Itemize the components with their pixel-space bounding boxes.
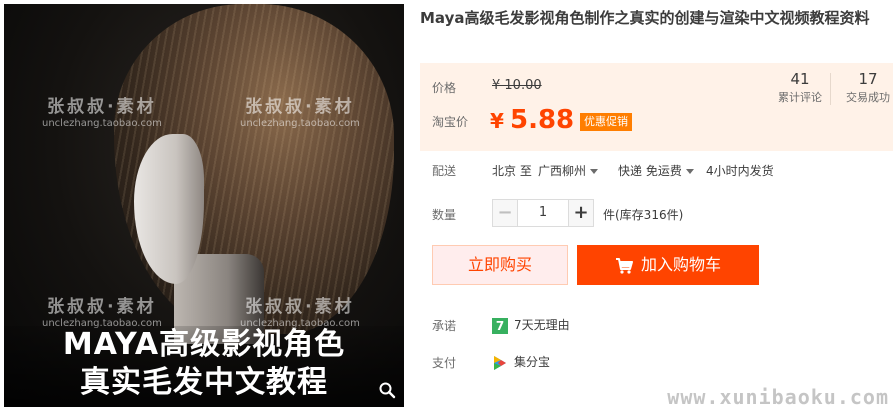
original-price: ¥ 10.00 [492, 78, 542, 93]
review-count: 41 [790, 70, 810, 88]
image-watermark: 张叔叔·素材 unclezhang.taobao.com [240, 97, 360, 129]
jifenbao-icon [494, 355, 506, 370]
magnifier-icon[interactable] [378, 381, 396, 399]
delivery-destination[interactable]: 广西柳州 [538, 162, 599, 179]
shipping-method-label: 快递 免运费 [618, 164, 682, 178]
promise-label: 承诺 [432, 319, 457, 333]
delivery-row: 配送 北京 至 广西柳州 快递 免运费 4小时内发货 [420, 162, 893, 178]
product-info: Maya高级毛发影视角色制作之真实的创建与渲染中文视频教程资料 [420, 0, 893, 29]
chevron-down-icon [590, 169, 599, 174]
promo-price: 5.88 [510, 105, 575, 135]
promise-row: 承诺 7 7天无理由 [420, 317, 893, 335]
stat-divider [830, 73, 831, 105]
cart-icon [615, 257, 633, 274]
product-main-image[interactable]: 张叔叔·素材 unclezhang.taobao.com 张叔叔·素材 uncl… [4, 4, 404, 407]
stat-transactions[interactable]: 17 交易成功 [838, 69, 893, 107]
transaction-count: 17 [858, 70, 878, 88]
ship-time: 4小时内发货 [706, 164, 774, 178]
quantity-row: 数量 − 1 + 件(库存316件) [420, 199, 893, 227]
image-watermark: 张叔叔·素材 unclezhang.taobao.com [240, 297, 360, 329]
promise-item[interactable]: 7 7天无理由 [492, 316, 570, 334]
shipping-method[interactable]: 快递 免运费 [618, 162, 694, 179]
image-watermark: 张叔叔·素材 unclezhang.taobao.com [42, 97, 162, 129]
original-price-label: 价格 [432, 81, 457, 95]
add-to-cart-label: 加入购物车 [640, 255, 721, 274]
promo-price-label: 淘宝价 [432, 115, 469, 129]
increase-button[interactable]: + [568, 199, 594, 227]
image-banner: MAYA高级影视角色 真实毛发中文教程 [4, 326, 404, 407]
banner-line-2: 真实毛发中文教程 [80, 365, 328, 400]
promise-text: 7天无理由 [514, 318, 570, 332]
decrease-button[interactable]: − [492, 199, 518, 227]
quantity-input[interactable]: 1 [518, 199, 568, 227]
quantity-label: 数量 [432, 208, 457, 222]
payment-label: 支付 [432, 356, 457, 370]
banner-line-1: MAYA高级影视角色 [62, 327, 346, 362]
delivery-from: 北京 至 [492, 164, 532, 178]
delivery-label: 配送 [432, 164, 457, 178]
transaction-label: 交易成功 [846, 91, 890, 104]
site-watermark: www.xunibaoku.com [667, 385, 889, 409]
payment-text: 集分宝 [514, 355, 551, 369]
promo-tag: 优惠促销 [580, 113, 632, 131]
buy-now-button[interactable]: 立即购买 [432, 245, 568, 285]
stat-reviews[interactable]: 41 累计评论 [770, 69, 830, 107]
payment-item[interactable]: 集分宝 [492, 353, 550, 371]
payment-row: 支付 集分宝 [420, 354, 893, 372]
product-title: Maya高级毛发影视角色制作之真实的创建与渲染中文视频教程资料 [420, 9, 870, 27]
chevron-down-icon [685, 169, 694, 174]
stock-info: 件(库存316件) [603, 208, 684, 222]
quantity-stepper: − 1 + [492, 199, 594, 227]
review-label: 累计评论 [778, 91, 822, 104]
image-watermark: 张叔叔·素材 unclezhang.taobao.com [42, 297, 162, 329]
price-panel: 价格 ¥ 10.00 淘宝价 ¥ 5.88 优惠促销 41 累计评论 17 交易… [420, 63, 893, 151]
add-to-cart-button[interactable]: 加入购物车 [577, 245, 759, 285]
currency-symbol: ¥ [490, 109, 504, 133]
seven-day-return-icon: 7 [492, 317, 508, 334]
destination-label: 广西柳州 [538, 164, 587, 178]
